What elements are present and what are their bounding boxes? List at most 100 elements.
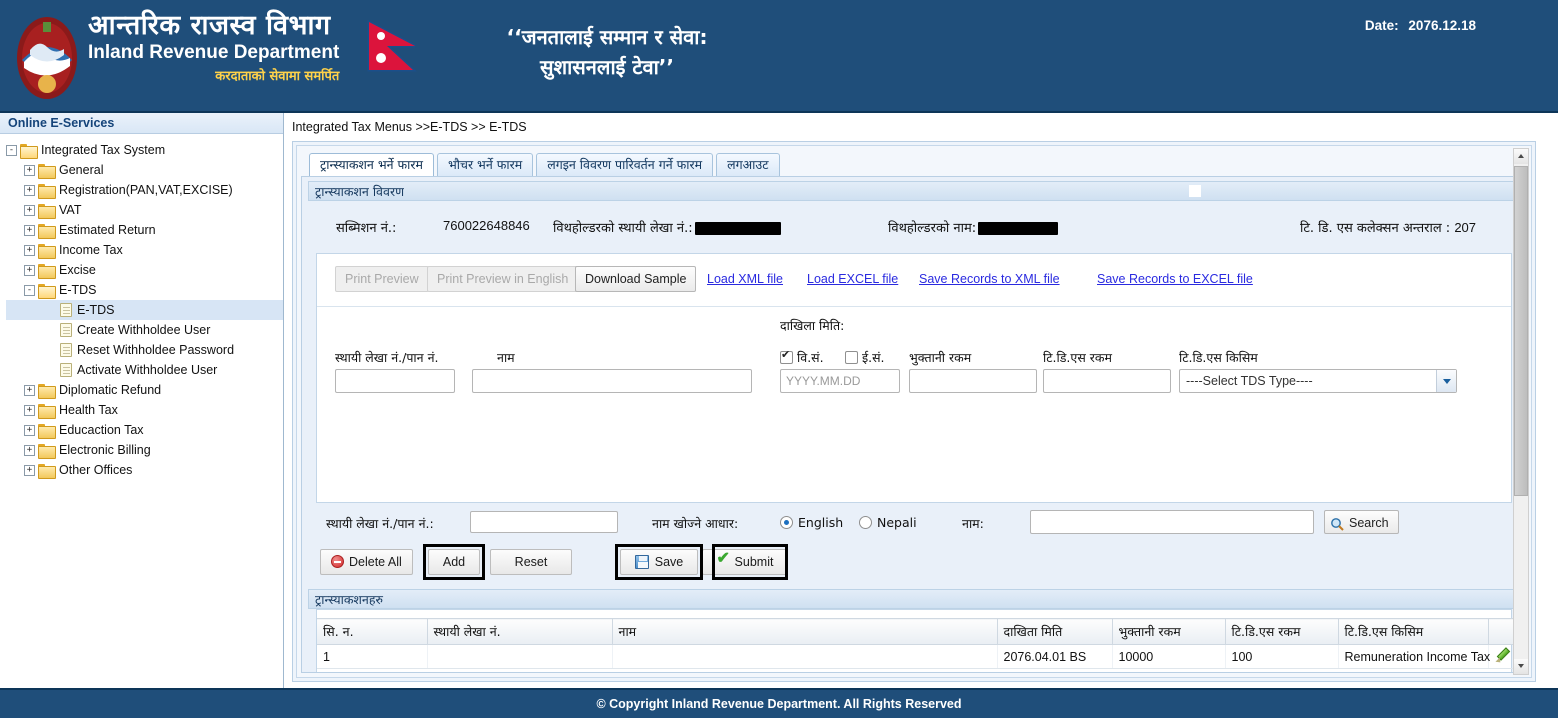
sidebar-item-estimated-return[interactable]: + Estimated Return: [6, 220, 283, 240]
department-title-block: आन्तरिक राजस्व विभाग Inland Revenue Depa…: [88, 10, 339, 84]
expand-icon[interactable]: +: [24, 224, 35, 236]
search-icon: [1330, 515, 1344, 531]
print-preview-button[interactable]: Print Preview: [335, 266, 429, 292]
tab-3[interactable]: लगइन विवरण पारिवर्तन गर्ने फारम: [536, 153, 714, 176]
name-search-basis-label: नाम खोज्ने आधार:: [652, 516, 739, 531]
chevron-down-icon[interactable]: [1436, 370, 1456, 392]
folder-icon: [38, 243, 56, 259]
delete-all-button[interactable]: Delete All: [320, 549, 413, 575]
scroll-down-arrow-icon[interactable]: [1514, 659, 1528, 674]
expand-icon[interactable]: +: [24, 464, 35, 476]
radio-english[interactable]: [780, 516, 793, 529]
filing-date-label: दाखिला मिति:: [780, 318, 845, 333]
save-records-excel-link[interactable]: Save Records to EXCEL file: [1097, 272, 1253, 286]
document-icon: [60, 343, 72, 357]
entry-form: स्थायी लेखा नं./पान नं. नाम दाखिला मिति:…: [317, 306, 1511, 398]
tab-1[interactable]: ट्रान्स्याकशन भर्ने फारम: [309, 153, 434, 176]
search-name-input[interactable]: [1030, 510, 1314, 534]
expand-icon[interactable]: +: [24, 384, 35, 396]
sidebar-item-income-tax[interactable]: + Income Tax: [6, 240, 283, 260]
nepal-emblem-icon: [17, 17, 77, 99]
tab-4[interactable]: लगआउट: [716, 153, 780, 176]
sidebar-item-reset-withholdee-password[interactable]: Reset Withholdee Password: [6, 340, 283, 360]
sidebar-item-integrated-tax-system[interactable]: - Integrated Tax System: [6, 140, 283, 160]
expand-icon[interactable]: +: [24, 444, 35, 456]
transactions-table: सि. न. स्थायी लेखा नं. नाम दाखिता मिति भुक्त…: [317, 618, 1526, 669]
sidebar-item-educaction-tax[interactable]: + Educaction Tax: [6, 420, 283, 440]
edit-pencil-icon[interactable]: [1495, 649, 1510, 664]
sidebar-tree: - Integrated Tax System + General + Registrat…: [0, 134, 283, 480]
sidebar-item-other-offices[interactable]: + Other Offices: [6, 460, 283, 480]
cell-pan: [427, 644, 613, 669]
expand-icon[interactable]: +: [24, 184, 35, 196]
check-icon: [717, 551, 732, 569]
date-value: 2076.12.18: [1408, 18, 1476, 33]
tds-amount-input[interactable]: [1043, 369, 1171, 393]
reset-button[interactable]: Reset: [490, 549, 572, 575]
expand-icon[interactable]: +: [24, 404, 35, 416]
sidebar-item-label: Diplomatic Refund: [59, 383, 162, 397]
section-title: ट्रान्स्याकशन विवरण: [315, 184, 405, 199]
sidebar-item-label: VAT: [59, 203, 82, 217]
table-col-header-3: नाम: [612, 618, 998, 645]
expand-icon[interactable]: +: [24, 264, 35, 276]
expand-icon[interactable]: +: [24, 164, 35, 176]
download-sample-button[interactable]: Download Sample: [575, 266, 697, 292]
content-panel-inner: ट्रान्स्याकशन भर्ने फारम भौचर भर्ने फारम ल…: [296, 145, 1532, 678]
breadcrumb: Integrated Tax Menus >>E-TDS >> E-TDS: [292, 120, 527, 134]
sidebar-item-electronic-billing[interactable]: + Electronic Billing: [6, 440, 283, 460]
ad-checkbox[interactable]: [845, 351, 858, 364]
collapse-icon[interactable]: -: [24, 284, 35, 296]
expand-icon[interactable]: +: [24, 244, 35, 256]
sidebar-item-vat[interactable]: + VAT: [6, 200, 283, 220]
sidebar-item-create-withholdee-user[interactable]: Create Withholdee User: [6, 320, 283, 340]
save-records-xml-link[interactable]: Save Records to XML file: [919, 272, 1060, 286]
table-col-header-1: सि. न.: [317, 618, 428, 645]
submit-button[interactable]: Submit: [702, 549, 788, 575]
tab-2[interactable]: भौचर भर्ने फारम: [437, 153, 534, 176]
collapse-icon[interactable]: -: [6, 144, 17, 156]
load-excel-link[interactable]: Load EXCEL file: [807, 272, 898, 286]
sidebar-item-registration-pan-vat-excise[interactable]: + Registration(PAN,VAT,EXCISE): [6, 180, 283, 200]
pan-input[interactable]: [335, 369, 455, 393]
document-icon: [60, 303, 72, 317]
payment-amount-input[interactable]: [909, 369, 1037, 393]
expand-icon[interactable]: +: [24, 424, 35, 436]
add-button[interactable]: Add: [428, 549, 480, 575]
action-button-row: Delete All Add Reset Save Submit: [302, 543, 1526, 583]
scroll-up-arrow-icon[interactable]: [1514, 149, 1528, 164]
save-disk-icon: [634, 555, 649, 569]
scroll-thumb[interactable]: [1514, 166, 1528, 496]
filing-date-input[interactable]: [780, 369, 900, 393]
search-pan-label: स्थायी लेखा नं./पान नं.:: [326, 516, 434, 531]
sidebar-item-health-tax[interactable]: + Health Tax: [6, 400, 283, 420]
name-input[interactable]: [472, 369, 752, 393]
sidebar-item-e-tds[interactable]: E-TDS: [6, 300, 283, 320]
app-root: आन्तरिक राजस्व विभाग Inland Revenue Depa…: [0, 0, 1558, 718]
search-button[interactable]: Search: [1324, 510, 1399, 534]
folder-icon: [38, 203, 56, 219]
tds-type-selected-value: ----Select TDS Type----: [1186, 374, 1313, 388]
sidebar-item-label: Excise: [59, 263, 96, 277]
print-preview-english-button[interactable]: Print Preview in English: [427, 266, 579, 292]
folder-icon: [38, 443, 56, 459]
sidebar-item-activate-withholdee-user[interactable]: Activate Withholdee User: [6, 360, 283, 380]
content-vertical-scrollbar[interactable]: [1513, 148, 1529, 675]
sidebar-item-e-tds[interactable]: - E-TDS: [6, 280, 283, 300]
sidebar-item-excise[interactable]: + Excise: [6, 260, 283, 280]
search-pan-input[interactable]: [470, 511, 618, 533]
tds-type-select[interactable]: ----Select TDS Type----: [1179, 369, 1457, 393]
load-xml-link[interactable]: Load XML file: [707, 272, 783, 286]
radio-nepali[interactable]: [859, 516, 872, 529]
sidebar-item-general[interactable]: + General: [6, 160, 283, 180]
folder-icon: [38, 183, 56, 199]
bs-checkbox[interactable]: [780, 349, 793, 364]
radio-nepali-label: Nepali: [877, 515, 917, 530]
search-button-label: Search: [1349, 516, 1389, 530]
department-name-english: Inland Revenue Department: [88, 42, 340, 64]
save-button[interactable]: Save: [620, 549, 698, 575]
expand-icon[interactable]: +: [24, 204, 35, 216]
withholder-pan-label: विथहोल्डरको स्थायी लेखा नं.:: [553, 218, 781, 236]
sidebar-item-label: Electronic Billing: [59, 443, 151, 457]
sidebar-item-diplomatic-refund[interactable]: + Diplomatic Refund: [6, 380, 283, 400]
